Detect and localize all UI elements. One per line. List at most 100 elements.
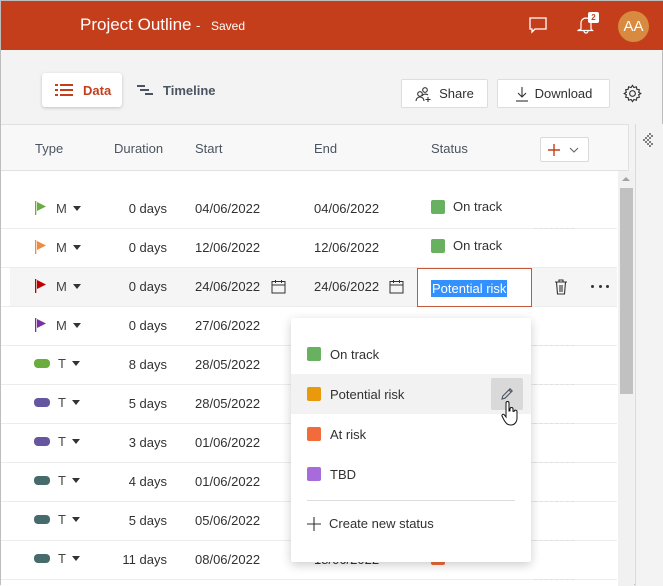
- start-date-cell[interactable]: 01/06/2022: [195, 474, 260, 489]
- create-new-status-button[interactable]: Create new status: [307, 516, 434, 531]
- delete-row-trash-icon[interactable]: [553, 278, 569, 296]
- column-header-type[interactable]: Type: [35, 141, 63, 156]
- duration-cell[interactable]: 0 days: [101, 201, 167, 216]
- duration-cell[interactable]: 5 days: [101, 396, 167, 411]
- type-cell[interactable]: M: [34, 239, 81, 255]
- start-date-cell[interactable]: 01/06/2022: [195, 435, 260, 450]
- type-dropdown-caret-icon[interactable]: [71, 439, 80, 444]
- scrollbar-thumb[interactable]: [620, 188, 633, 394]
- more-options-icon[interactable]: [591, 285, 609, 289]
- download-button[interactable]: Download: [497, 79, 610, 108]
- end-date-cell[interactable]: 04/06/2022: [314, 201, 379, 216]
- end-date-cell[interactable]: 24/06/2022: [314, 279, 379, 294]
- column-header-end[interactable]: End: [314, 141, 337, 156]
- avatar[interactable]: AA: [618, 11, 649, 42]
- save-status: Saved: [211, 19, 246, 33]
- dropdown-divider: [307, 500, 515, 501]
- status-option[interactable]: TBD: [291, 454, 531, 494]
- settings-gear-icon[interactable]: [623, 84, 642, 103]
- type-cell[interactable]: M: [34, 200, 81, 216]
- task-bar-icon: [34, 437, 50, 446]
- type-dropdown-caret-icon[interactable]: [72, 205, 81, 211]
- type-label: T: [58, 395, 66, 410]
- type-cell[interactable]: T: [34, 512, 80, 527]
- duration-cell[interactable]: 0 days: [101, 318, 167, 333]
- duration-cell[interactable]: 5 days: [101, 513, 167, 528]
- type-dropdown-caret-icon[interactable]: [71, 400, 80, 405]
- start-date-cell[interactable]: 08/06/2022: [195, 552, 260, 567]
- duration-cell[interactable]: 11 days: [101, 552, 167, 567]
- table-row[interactable]: M 0 days 12/06/2022 12/06/2022 On track: [1, 229, 617, 268]
- start-date-cell[interactable]: 24/06/2022: [195, 279, 260, 294]
- type-dropdown-caret-icon[interactable]: [71, 517, 80, 522]
- column-header-status[interactable]: Status: [431, 141, 468, 156]
- duration-cell[interactable]: 4 days: [101, 474, 167, 489]
- task-bar-icon: [34, 359, 50, 368]
- type-cell[interactable]: T: [34, 551, 80, 566]
- duration-cell[interactable]: 0 days: [101, 240, 167, 255]
- table-row[interactable]: M 0 days 24/06/2022 24/06/2022 Potential ris…: [1, 268, 617, 307]
- notification-badge: 2: [588, 12, 599, 23]
- duration-cell[interactable]: 3 days: [101, 435, 167, 450]
- duration-cell[interactable]: 0 days: [101, 279, 167, 294]
- scroll-up-arrow[interactable]: [622, 177, 630, 181]
- type-label: M: [56, 200, 67, 216]
- type-dropdown-caret-icon[interactable]: [71, 556, 80, 561]
- status-label: On track: [453, 238, 503, 253]
- add-person-icon: [415, 86, 433, 102]
- start-date-cell[interactable]: 05/06/2022: [195, 513, 260, 528]
- start-calendar-icon[interactable]: [271, 279, 286, 294]
- row-handle[interactable]: [1, 268, 10, 306]
- start-date-cell[interactable]: 12/06/2022: [195, 240, 260, 255]
- duration-cell[interactable]: 8 days: [101, 357, 167, 372]
- end-date-cell[interactable]: 12/06/2022: [314, 240, 379, 255]
- type-cell[interactable]: M: [34, 317, 81, 333]
- share-button[interactable]: Share: [401, 79, 488, 108]
- type-label: T: [58, 512, 66, 527]
- download-label: Download: [534, 86, 593, 101]
- column-header-start[interactable]: Start: [195, 141, 222, 156]
- start-date-cell[interactable]: 27/06/2022: [195, 318, 260, 333]
- tab-timeline[interactable]: Timeline: [137, 73, 216, 107]
- start-date-cell[interactable]: 28/05/2022: [195, 357, 260, 372]
- column-header-duration[interactable]: Duration: [114, 141, 163, 156]
- type-dropdown-caret-icon[interactable]: [72, 244, 81, 250]
- status-edit-field[interactable]: Potential risk: [417, 268, 532, 307]
- chevron-down-icon: [569, 147, 579, 153]
- download-icon: [515, 86, 529, 102]
- tab-data[interactable]: Data: [42, 73, 122, 107]
- start-date-cell[interactable]: 04/06/2022: [195, 201, 260, 216]
- status-option-label: TBD: [330, 466, 356, 482]
- status-option-label: On track: [330, 346, 380, 362]
- type-cell[interactable]: M: [34, 278, 81, 294]
- type-dropdown-caret-icon[interactable]: [71, 478, 80, 483]
- top-bar: Project Outline - Saved 2 AA: [1, 1, 663, 50]
- add-column-button[interactable]: [540, 137, 589, 162]
- type-dropdown-caret-icon[interactable]: [72, 283, 81, 289]
- status-label: On track: [453, 199, 503, 214]
- type-label: T: [58, 551, 66, 566]
- document-title[interactable]: Project Outline: [80, 15, 192, 35]
- status-color-swatch: [307, 387, 321, 401]
- status-cell[interactable]: On track: [431, 199, 502, 214]
- type-cell[interactable]: T: [34, 434, 80, 449]
- details-pane: [635, 124, 663, 586]
- status-option[interactable]: On track: [291, 334, 531, 374]
- type-cell[interactable]: T: [34, 356, 80, 371]
- type-dropdown-caret-icon[interactable]: [72, 322, 81, 328]
- status-cell[interactable]: On track: [431, 238, 502, 253]
- type-cell[interactable]: T: [34, 473, 80, 488]
- status-option[interactable]: At risk: [291, 414, 531, 454]
- end-calendar-icon[interactable]: [389, 279, 404, 294]
- vertical-scrollbar[interactable]: [618, 171, 634, 586]
- comments-button[interactable]: [526, 13, 550, 37]
- status-option[interactable]: Potential risk: [291, 374, 531, 414]
- type-dropdown-caret-icon[interactable]: [71, 361, 80, 366]
- create-new-status-label: Create new status: [329, 516, 434, 531]
- status-dropdown: On track Potential risk At risk TBD Create …: [291, 318, 531, 562]
- expand-pane-icon[interactable]: [641, 131, 655, 149]
- table-row[interactable]: M 0 days 04/06/2022 04/06/2022 On track: [1, 190, 617, 229]
- start-date-cell[interactable]: 28/05/2022: [195, 396, 260, 411]
- type-cell[interactable]: T: [34, 395, 80, 410]
- edit-status-button[interactable]: [491, 378, 523, 410]
